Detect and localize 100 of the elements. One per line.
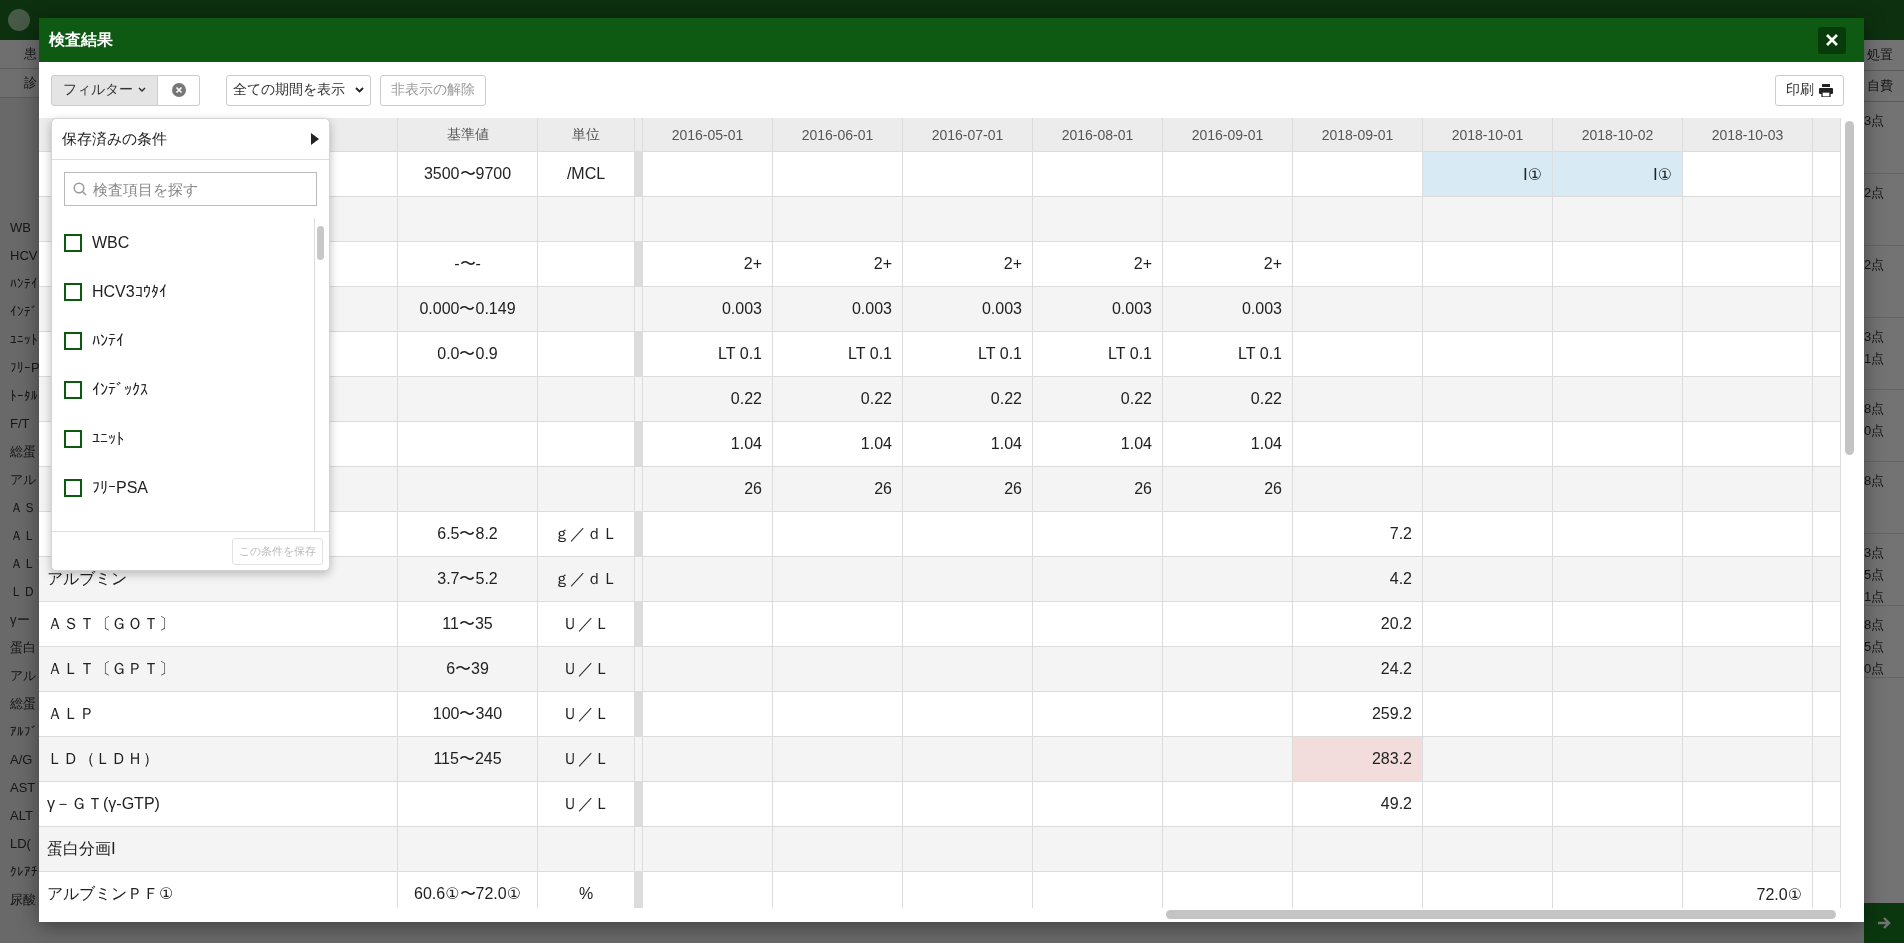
column-splitter[interactable] <box>635 647 643 692</box>
points-label: 3点 <box>1864 328 1886 346</box>
row-label: 尿酸 <box>9 891 37 909</box>
column-splitter[interactable] <box>635 422 643 467</box>
checkbox[interactable] <box>64 233 82 252</box>
checkbox[interactable] <box>64 282 82 301</box>
item-label: ﾊﾝﾃｲ <box>92 331 124 350</box>
close-button[interactable] <box>1818 26 1846 54</box>
column-splitter[interactable] <box>635 782 643 827</box>
row-label: ﾕﾆｯﾄ <box>9 331 39 349</box>
table-cell: 283.2 <box>1293 737 1423 782</box>
saved-conditions-menu[interactable]: 保存済みの条件 <box>52 119 329 160</box>
column-splitter[interactable] <box>635 242 643 287</box>
table-cell: Ｕ／Ｌ <box>538 647 635 692</box>
table-cell: 0.003 <box>773 287 903 332</box>
row-label: A/G <box>9 751 34 769</box>
row-label: ＡＬ <box>9 555 37 573</box>
clear-filter-button[interactable] <box>158 74 200 106</box>
filter-item[interactable]: ｲﾝﾃﾞｯｸｽ <box>64 365 314 414</box>
table-cell: ｇ／ｄＬ <box>538 557 635 602</box>
row-label: ﾌﾘｰP <box>9 359 39 377</box>
filter-item[interactable]: ﾌﾘｰPSA <box>64 463 314 512</box>
column-header: 2016-05-01 <box>643 118 773 152</box>
points-label: 3点 <box>1864 112 1886 130</box>
menu-label: 保存済みの条件 <box>62 129 167 149</box>
table-cell: 26 <box>773 467 903 512</box>
search-icon <box>73 182 87 196</box>
row-label: 蛋白 <box>9 639 37 657</box>
item-label: ｲﾝﾃﾞｯｸｽ <box>92 380 148 399</box>
column-splitter[interactable] <box>635 557 643 602</box>
filter-item[interactable]: ﾊﾝﾃｲ <box>64 316 314 365</box>
checkbox[interactable] <box>64 429 82 448</box>
column-header: 2018-10-01 <box>1423 118 1553 152</box>
checkbox[interactable] <box>64 478 82 497</box>
table-cell: 0.22 <box>1163 377 1293 422</box>
row-label: ｱﾙﾌﾞ <box>9 723 39 741</box>
points-label: 1点 <box>1864 350 1886 368</box>
table-cell: 6〜39 <box>398 647 538 692</box>
table-cell: 0.000〜0.149 <box>398 287 538 332</box>
close-icon <box>1826 34 1838 46</box>
printer-icon <box>1819 83 1833 97</box>
row-label: ｸﾚｱﾁ <box>9 863 39 881</box>
scrollbar-thumb[interactable] <box>1166 910 1836 919</box>
scrollbar-thumb[interactable] <box>317 226 324 260</box>
points-label: 8点 <box>1864 400 1886 418</box>
row-label: 総蛋 <box>9 443 37 461</box>
table-cell: ＬＤ（ＬＤＨ） <box>39 737 398 782</box>
column-splitter[interactable] <box>635 152 643 197</box>
points-label: 5点 <box>1864 566 1886 584</box>
points-label: 3点 <box>1864 544 1886 562</box>
row-label: ｲﾝﾃﾞ <box>9 303 39 321</box>
filter-item[interactable]: HCV3ｺｳﾀｲ <box>64 267 314 316</box>
table-cell: ＡＬＴ〔ＧＰＴ〕 <box>39 647 398 692</box>
table-cell: 0.22 <box>643 377 773 422</box>
column-splitter[interactable] <box>635 197 643 242</box>
checkbox[interactable] <box>64 331 82 350</box>
table-cell: 60.6①〜72.0① <box>398 872 538 908</box>
column-splitter[interactable] <box>635 377 643 422</box>
column-header: 2016-08-01 <box>1033 118 1163 152</box>
table-cell: Ⅰ① <box>1553 152 1683 197</box>
table-cell: 26 <box>1033 467 1163 512</box>
item-label: HCV3ｺｳﾀｲ <box>92 282 167 301</box>
column-splitter[interactable] <box>635 467 643 512</box>
row-label: HCV <box>9 247 39 265</box>
next-button[interactable] <box>1864 903 1904 943</box>
search-field[interactable]: 検査項目を探す <box>64 172 317 206</box>
points-label: 0点 <box>1864 660 1886 678</box>
column-splitter[interactable] <box>635 692 643 737</box>
row-label: ﾄｰﾀﾙ <box>9 387 39 405</box>
row-label: WB <box>9 219 32 237</box>
dialog-title: 検査結果 <box>49 29 113 50</box>
table-cell: アルブミンＰＦ① <box>39 872 398 908</box>
column-splitter[interactable] <box>635 602 643 647</box>
header-label: 診 <box>24 74 37 92</box>
table-cell: Ⅰ① <box>1423 152 1553 197</box>
column-splitter[interactable] <box>635 512 643 557</box>
column-header: 2016-09-01 <box>1163 118 1293 152</box>
row-label: LD( <box>9 835 32 853</box>
row-label: アル <box>9 471 37 489</box>
table-cell: 0.003 <box>1033 287 1163 332</box>
table-cell: 26 <box>903 467 1033 512</box>
column-splitter[interactable] <box>635 287 643 332</box>
row-label: ALT <box>9 807 34 825</box>
column-splitter[interactable] <box>635 737 643 782</box>
scrollbar-thumb[interactable] <box>1845 121 1854 455</box>
checkbox[interactable] <box>64 380 82 399</box>
filter-button[interactable]: フィルター <box>51 74 158 106</box>
filter-item[interactable]: ﾕﾆｯﾄ <box>64 414 314 463</box>
table-cell: 26 <box>1163 467 1293 512</box>
points-label: 1点 <box>1864 588 1886 606</box>
row-label: アル <box>9 667 37 685</box>
period-select[interactable]: 全ての期間を表示 <box>226 74 371 106</box>
column-splitter[interactable] <box>635 118 643 152</box>
arrow-icon <box>1876 915 1892 931</box>
print-button[interactable]: 印刷 <box>1775 74 1844 106</box>
filter-item[interactable]: WBC <box>64 218 314 267</box>
column-splitter[interactable] <box>635 872 643 908</box>
table-cell: 26 <box>643 467 773 512</box>
column-splitter[interactable] <box>635 332 643 377</box>
column-splitter[interactable] <box>635 827 643 872</box>
